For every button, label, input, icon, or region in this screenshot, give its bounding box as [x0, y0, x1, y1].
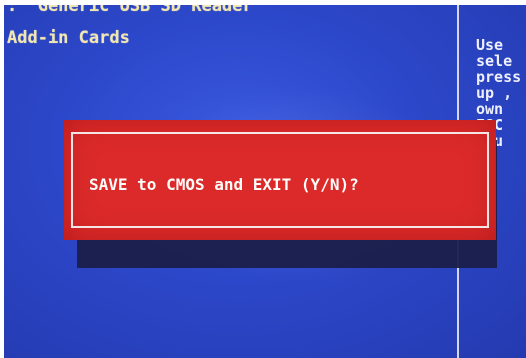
dialog-message: SAVE to CMOS and EXIT (Y/N)?	[89, 175, 359, 194]
help-line: sele	[476, 52, 513, 70]
bios-screen: : Generic USB SD Reader Add-in Cards Use…	[4, 5, 526, 358]
help-line: up ,	[476, 84, 513, 102]
help-line: Use	[476, 36, 504, 54]
save-exit-dialog[interactable]: SAVE to CMOS and EXIT (Y/N)?	[64, 120, 496, 240]
help-line: own	[476, 100, 504, 118]
boot-device-line[interactable]: : Generic USB SD Reader	[7, 5, 253, 16]
help-line: press	[476, 68, 522, 86]
add-in-cards-line[interactable]: Add-in Cards	[7, 28, 130, 48]
